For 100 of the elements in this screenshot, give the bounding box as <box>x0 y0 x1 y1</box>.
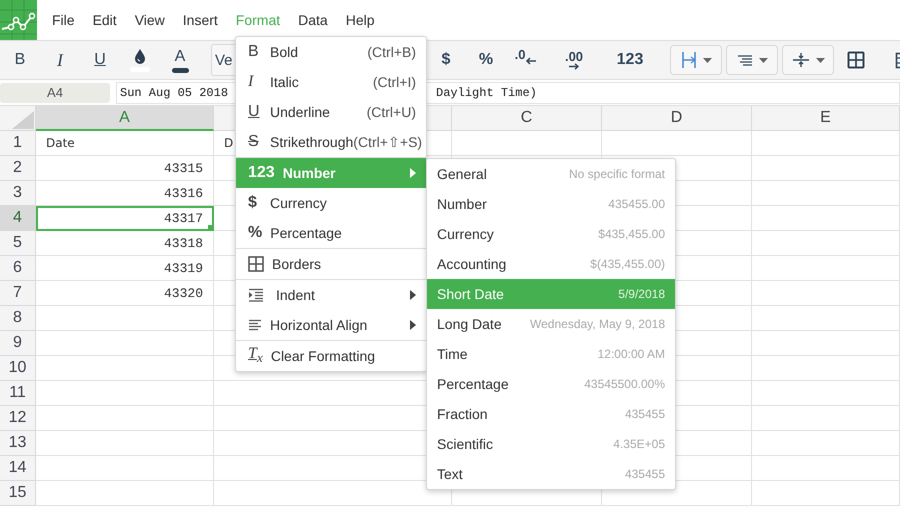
toolbar-button[interactable]: A <box>160 41 200 79</box>
border-icon <box>680 51 696 69</box>
row-header[interactable]: 8 <box>0 306 36 331</box>
format-option[interactable]: Long Date Wednesday, May 9, 2018 <box>427 309 675 339</box>
format-example: 435455 <box>624 467 665 481</box>
merge-cells-icon <box>847 51 865 69</box>
format-glyph: U <box>248 103 261 121</box>
menu-label: Underline <box>270 104 331 120</box>
menu-label: Strikethrough <box>270 134 354 150</box>
column-header[interactable]: E <box>752 106 900 131</box>
menu-item[interactable]: Horizontal Align <box>236 310 426 340</box>
format-option[interactable]: General No specific format <box>427 159 675 189</box>
table-cell: 43316 <box>36 181 214 206</box>
format-option[interactable]: Text 435455 <box>427 459 675 489</box>
format-example: 435455 <box>624 407 665 421</box>
format-option[interactable]: Time 12:00:00 AM <box>427 339 675 369</box>
menu-label: Number <box>282 165 337 181</box>
toolbar-button[interactable]: B <box>0 41 40 79</box>
column-header[interactable]: C <box>452 106 602 131</box>
menu-item[interactable]: B Bold (Ctrl+B) <box>236 37 426 67</box>
arrow-icon <box>525 57 538 65</box>
menu-item[interactable]: Borders <box>236 249 426 279</box>
row-header[interactable]: 12 <box>0 406 36 431</box>
row-header[interactable]: 14 <box>0 456 36 481</box>
column-header[interactable]: D <box>602 106 752 131</box>
table-cell: 43320 <box>36 281 214 306</box>
caret-icon <box>816 58 824 62</box>
format-glyph: % <box>248 224 262 242</box>
menu-label: Horizontal Align <box>270 317 368 333</box>
cell-reference[interactable]: A4 <box>0 82 110 102</box>
row-header[interactable]: 4 <box>0 206 36 231</box>
format-option[interactable]: Currency $435,455.00 <box>427 219 675 249</box>
menu-item[interactable]: Edit <box>84 0 126 40</box>
menu-item[interactable]: View <box>126 0 174 40</box>
row-header[interactable]: 5 <box>0 231 36 256</box>
row-header[interactable]: 6 <box>0 256 36 281</box>
row-header[interactable]: 2 <box>0 156 36 181</box>
table-cell: Date <box>36 131 214 156</box>
format-option[interactable]: Number 435455.00 <box>427 189 675 219</box>
fill-color-icon <box>129 47 151 73</box>
toolbar-button[interactable]: U <box>80 41 120 79</box>
vertical-align-icon <box>792 52 810 68</box>
format-example: 5/9/2018 <box>618 287 665 301</box>
row-header[interactable]: 9 <box>0 331 36 356</box>
row-header[interactable]: 1 <box>0 131 36 156</box>
menu-label: Percentage <box>270 225 343 241</box>
menu-item[interactable]: Help <box>336 0 384 40</box>
row-header[interactable]: 10 <box>0 356 36 381</box>
borders-icon <box>248 256 264 272</box>
toolbar-button[interactable]: .00 <box>546 41 602 79</box>
align-left-icon <box>248 319 262 331</box>
format-glyph: $ <box>248 194 258 212</box>
caret-icon <box>758 58 768 62</box>
toolbar-button[interactable]: I <box>40 41 80 79</box>
table-cell: 43318 <box>36 231 214 256</box>
caret-icon <box>702 58 712 62</box>
format-example: 12:00:00 AM <box>598 347 665 361</box>
format-glyph: 123 <box>248 164 275 182</box>
format-option[interactable]: Accounting $(435,455.00) <box>427 249 675 279</box>
table-cell: 43317 <box>36 206 214 231</box>
format-glyph: B <box>248 43 260 61</box>
shortcut: (Ctrl+B) <box>367 44 416 60</box>
format-example: 43545500.00% <box>584 377 665 391</box>
menu-label: Currency <box>270 195 328 211</box>
menu-item[interactable]: T$_{x}$ Clear Formatting <box>236 341 426 371</box>
menu-item[interactable]: $ Currency <box>236 188 426 218</box>
table-cell: 43319 <box>36 256 214 281</box>
toolbar-dropdown[interactable] <box>782 45 834 75</box>
format-option[interactable]: Fraction 435455 <box>427 399 675 429</box>
format-example: Wednesday, May 9, 2018 <box>530 317 665 331</box>
toolbar-dropdown[interactable] <box>726 45 778 75</box>
format-example: $(435,455.00) <box>590 257 665 271</box>
menu-item[interactable]: Data <box>289 0 337 40</box>
format-example: 4.35E+05 <box>613 437 665 451</box>
format-option[interactable]: Percentage 43545500.00% <box>427 369 675 399</box>
shortcut: (Ctrl+U) <box>366 104 416 120</box>
menu-item[interactable]: Insert <box>174 0 227 40</box>
format-example: 435455.00 <box>608 197 665 211</box>
format-option[interactable]: Scientific 4.35E+05 <box>427 429 675 459</box>
fill-handle[interactable] <box>208 225 213 230</box>
row-header[interactable]: 11 <box>0 381 36 406</box>
row-header[interactable]: 7 <box>0 281 36 306</box>
toolbar-button[interactable]: % <box>466 41 506 79</box>
toolbar-button[interactable]: .0 <box>506 41 546 79</box>
format-example: No specific format <box>568 167 665 181</box>
menu-label: Clear Formatting <box>270 348 376 364</box>
toolbar-button[interactable]: $ <box>426 41 466 79</box>
row-header[interactable]: 3 <box>0 181 36 206</box>
shortcut: (Ctrl+⇧+S) <box>353 134 422 150</box>
menu-label: Bold <box>270 44 300 60</box>
menu-label: Borders <box>272 256 322 272</box>
format-glyph: T$_{x}$ <box>248 345 263 367</box>
menu-item[interactable]: Indent <box>236 280 426 310</box>
row-header[interactable]: 13 <box>0 431 36 456</box>
format-glyph: S <box>248 133 260 151</box>
format-example: $435,455.00 <box>598 227 665 241</box>
row-header[interactable]: 15 <box>0 481 36 506</box>
menu-item[interactable]: File <box>43 0 84 40</box>
menu-item[interactable]: % Percentage <box>236 218 426 248</box>
toolbar-button[interactable]: 123 <box>602 41 658 79</box>
